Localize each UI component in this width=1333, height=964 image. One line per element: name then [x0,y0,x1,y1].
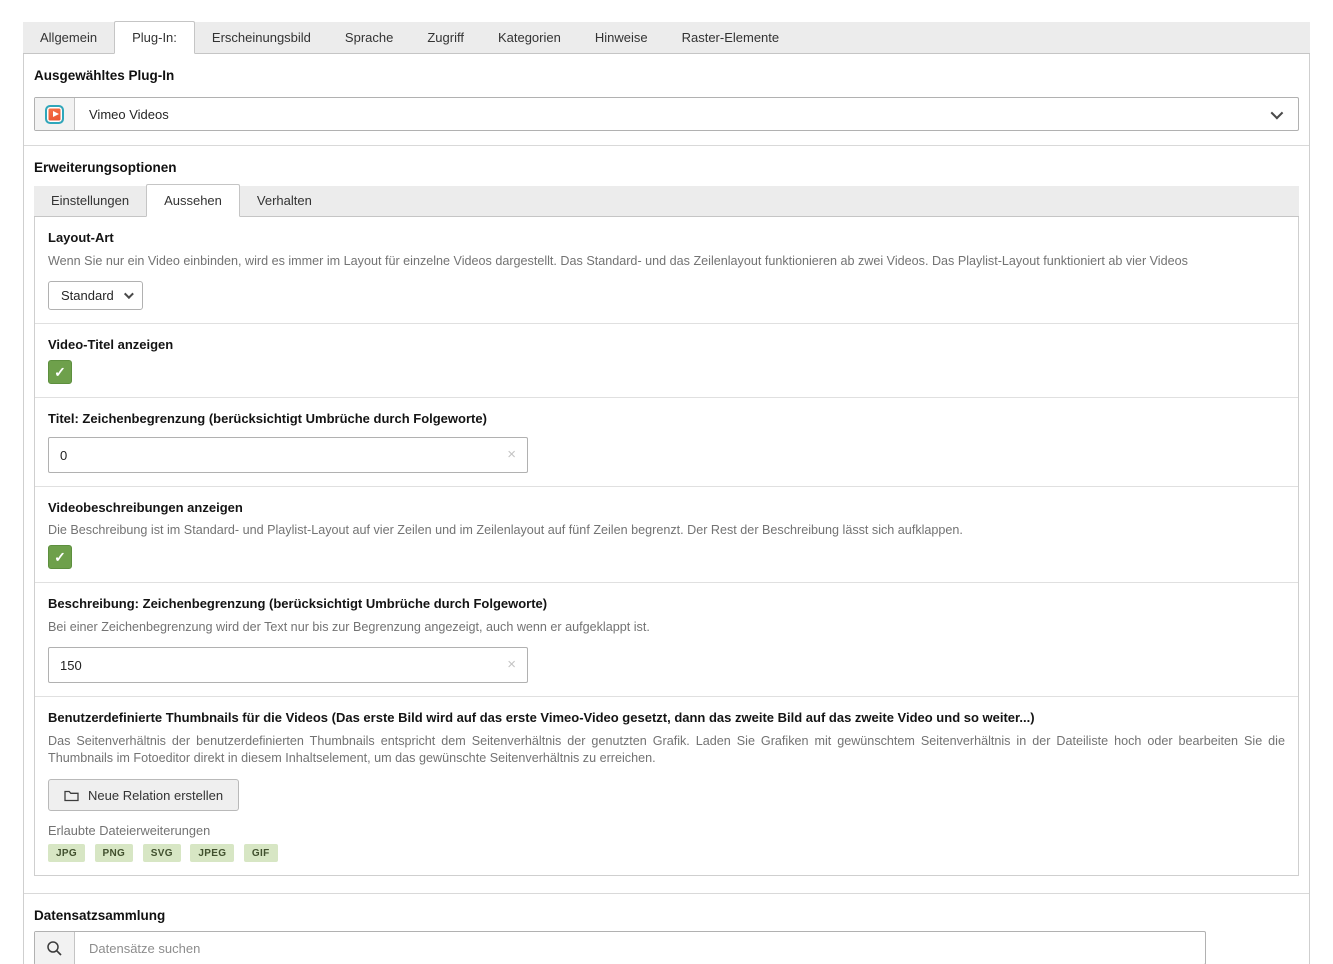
record-search-group [34,931,1206,964]
video-description-label: Videobeschreibungen anzeigen [48,500,1285,515]
clear-icon[interactable]: × [507,656,516,674]
create-relation-button[interactable]: Neue Relation erstellen [48,779,239,811]
inner-tab-bar: Einstellungen Aussehen Verhalten [34,186,1299,217]
search-icon [46,940,63,957]
content-element-form: Allgemein Plug-In: Erscheinungsbild Spra… [23,22,1310,964]
description-limit-input[interactable] [48,647,528,683]
tab-zugriff[interactable]: Zugriff [410,22,481,53]
allowed-extensions-badges: JPG PNG SVG JPEG GIF [48,844,1285,862]
thumbnails-label: Benutzerdefinierte Thumbnails für die Vi… [48,710,1285,725]
tab-verhalten[interactable]: Verhalten [240,185,329,216]
checkmark-icon: ✓ [54,549,66,566]
description-limit-label: Beschreibung: Zeichenbegrenzung (berücks… [48,596,1285,611]
file-extension-badge: JPEG [190,844,234,862]
extension-options-heading: Erweiterungsoptionen [34,160,1299,176]
plugin-icon-cell [35,98,75,130]
video-description-description: Die Beschreibung ist im Standard- und Pl… [48,522,1285,539]
tab-plug-in[interactable]: Plug-In: [114,21,195,54]
file-extension-badge: SVG [143,844,181,862]
title-limit-option: Titel: Zeichenbegrenzung (berücksichtigt… [35,398,1298,487]
clear-icon[interactable]: × [507,446,516,464]
tab-allgemein[interactable]: Allgemein [23,22,114,53]
folder-icon [64,789,79,802]
tab-einstellungen[interactable]: Einstellungen [34,185,146,216]
description-limit-description: Bei einer Zeichenbegrenzung wird der Tex… [48,619,1285,636]
plugin-select-value: Vimeo Videos [89,107,169,122]
extension-options-tabset: Einstellungen Aussehen Verhalten Layout-… [34,186,1299,876]
tab-kategorien[interactable]: Kategorien [481,22,578,53]
description-limit-option: Beschreibung: Zeichenbegrenzung (berücks… [35,583,1298,697]
video-description-option: Videobeschreibungen anzeigen Die Beschre… [35,487,1298,583]
video-description-checkbox[interactable]: ✓ [48,545,72,569]
extension-options-section: Erweiterungsoptionen Einstellungen Ausse… [24,146,1309,894]
plug-in-tab-panel: Ausgewähltes Plug-In Vimeo Videos Erweit… [23,54,1310,964]
layout-select-value: Standard [61,288,114,303]
vimeo-plugin-icon [45,105,64,124]
video-title-option: Video-Titel anzeigen ✓ [35,324,1298,398]
aussehen-tab-panel: Layout-Art Wenn Sie nur ein Video einbin… [34,217,1299,876]
chevron-down-icon [124,289,134,299]
record-search-field[interactable] [75,932,1205,964]
chevron-down-icon [1271,107,1284,120]
video-title-label: Video-Titel anzeigen [48,337,1285,352]
tab-erscheinungsbild[interactable]: Erscheinungsbild [195,22,328,53]
file-extension-badge: PNG [95,844,134,862]
title-limit-field-wrap: × [48,437,528,473]
create-relation-button-label: Neue Relation erstellen [88,788,223,803]
tab-raster-elemente[interactable]: Raster-Elemente [665,22,797,53]
checkmark-icon: ✓ [54,364,66,381]
record-search-input[interactable] [89,941,1191,956]
search-icon-cell [35,932,75,964]
file-extension-badge: GIF [244,844,278,862]
layout-option: Layout-Art Wenn Sie nur ein Video einbin… [35,217,1298,324]
allowed-extensions-label: Erlaubte Dateierweiterungen [48,823,1285,838]
tab-hinweise[interactable]: Hinweise [578,22,665,53]
record-collection-heading: Datensatzsammlung [34,908,1299,924]
layout-select[interactable]: Standard [48,281,143,310]
thumbnails-option: Benutzerdefinierte Thumbnails für die Vi… [35,697,1298,875]
selected-plugin-section: Ausgewähltes Plug-In Vimeo Videos [24,54,1309,146]
title-limit-input[interactable] [48,437,528,473]
outer-tab-bar: Allgemein Plug-In: Erscheinungsbild Spra… [23,22,1310,54]
thumbnails-description: Das Seitenverhältnis der benutzerdefinie… [48,733,1285,767]
layout-label: Layout-Art [48,230,1285,245]
selected-plugin-heading: Ausgewähltes Plug-In [34,68,1299,84]
layout-description: Wenn Sie nur ein Video einbinden, wird e… [48,253,1285,270]
description-limit-field-wrap: × [48,647,528,683]
tab-sprache[interactable]: Sprache [328,22,410,53]
plugin-select[interactable]: Vimeo Videos [34,97,1299,131]
record-collection-section: Datensatzsammlung [24,894,1309,964]
title-limit-label: Titel: Zeichenbegrenzung (berücksichtigt… [48,411,1285,426]
video-title-checkbox[interactable]: ✓ [48,360,72,384]
plugin-select-value-area[interactable]: Vimeo Videos [75,98,1298,130]
tab-aussehen[interactable]: Aussehen [146,184,240,217]
file-extension-badge: JPG [48,844,85,862]
